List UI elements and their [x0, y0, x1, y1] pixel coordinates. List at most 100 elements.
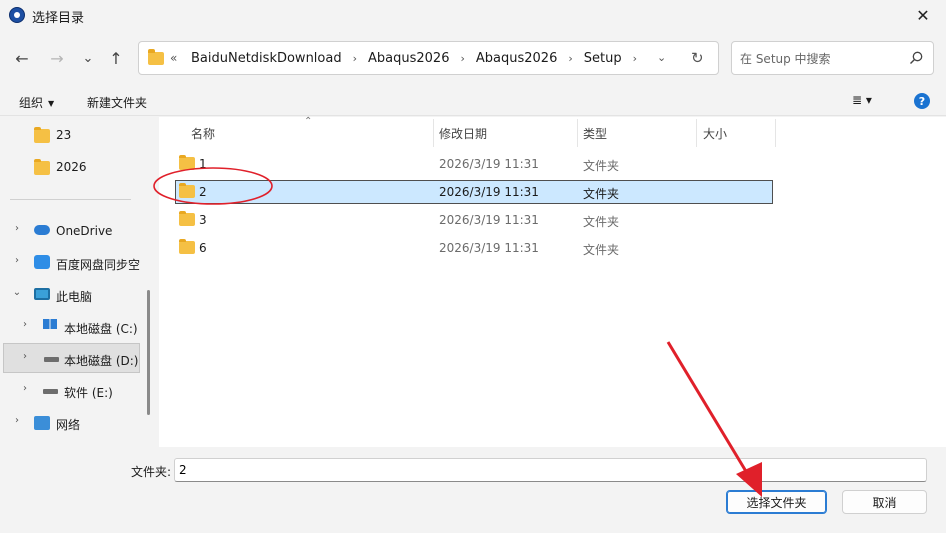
column-divider[interactable] [577, 119, 578, 147]
new-folder-label: 新建文件夹 [87, 96, 148, 110]
search-input[interactable] [740, 50, 900, 68]
file-name: 2 [199, 185, 207, 199]
sidebar-item-2026[interactable]: 2026 [0, 151, 145, 181]
file-date: 2026/3/19 11:31 [439, 241, 539, 255]
column-header-name[interactable]: 名称 [191, 125, 215, 142]
folder-field-label: 文件夹: [131, 465, 172, 479]
chevron-right-icon[interactable]: › [18, 319, 32, 330]
column-header-size[interactable]: 大小 [703, 125, 727, 142]
sidebar-divider [10, 199, 131, 200]
folder-icon [179, 239, 195, 254]
file-type: 文件夹 [583, 243, 620, 257]
onedrive-cloud-icon [34, 225, 50, 235]
sidebar-item-label: 2026 [56, 160, 87, 174]
column-divider[interactable] [775, 119, 776, 147]
sidebar-item-label: 此电脑 [56, 290, 93, 304]
command-bar: 组织 ▼ 新建文件夹 ≣ ▾ ? [0, 86, 946, 116]
breadcrumb-separator-icon[interactable]: › [626, 52, 644, 65]
search-box [731, 41, 934, 75]
back-button[interactable]: ← [10, 46, 34, 70]
sidebar-item-label: 本地磁盘 (D:) [64, 354, 139, 368]
folder-field[interactable] [174, 458, 927, 482]
breadcrumb-separator-icon[interactable]: › [561, 52, 579, 65]
chevron-right-icon[interactable]: › [10, 255, 24, 266]
address-dropdown-icon[interactable]: ⌄ [657, 51, 666, 64]
folder-icon [34, 159, 50, 175]
breadcrumb-overflow-icon[interactable]: « [170, 51, 177, 65]
column-header-date[interactable]: 修改日期 [439, 125, 487, 142]
cancel-label: 取消 [872, 495, 897, 510]
recent-locations-button[interactable]: ⌄ [76, 46, 100, 70]
file-date: 2026/3/19 11:31 [439, 185, 539, 199]
file-type: 文件夹 [583, 215, 620, 229]
sidebar-item-label: 百度网盘同步空 [56, 258, 141, 272]
baidu-sync-icon [34, 255, 50, 269]
close-button[interactable]: ✕ [900, 0, 946, 30]
sidebar-item-network[interactable]: › 网络 [0, 407, 145, 437]
sidebar-item-drive-c[interactable]: › 本地磁盘 (C:) [0, 311, 145, 341]
search-icon[interactable] [908, 50, 924, 66]
column-divider[interactable] [696, 119, 697, 147]
sidebar-item-23[interactable]: 23 [0, 119, 145, 149]
folder-icon [34, 127, 50, 143]
folder-icon [179, 211, 195, 226]
forward-button[interactable]: → [45, 46, 69, 70]
address-bar[interactable]: « BaiduNetdiskDownload › Abaqus2026 › Ab… [138, 41, 719, 75]
sidebar-scrollbar[interactable] [147, 290, 150, 415]
sidebar-item-onedrive[interactable]: › OneDrive [0, 215, 145, 245]
select-folder-button[interactable]: 选择文件夹 [726, 490, 827, 514]
breadcrumb-item[interactable]: BaiduNetdiskDownload [187, 51, 346, 66]
refresh-icon[interactable]: ↻ [691, 49, 704, 67]
file-type: 文件夹 [583, 159, 620, 173]
organize-menu[interactable]: 组织 ▼ [19, 94, 54, 111]
cancel-button[interactable]: 取消 [842, 490, 927, 514]
sidebar-item-drive-e[interactable]: › 软件 (E:) [0, 375, 145, 405]
file-list: ⌃ 名称 修改日期 类型 大小 1 2026/3/19 11:31 文件夹 2 … [159, 116, 946, 447]
file-name: 1 [199, 157, 207, 171]
sidebar-item-drive-d[interactable]: › 本地磁盘 (D:) [3, 343, 140, 373]
help-glyph: ? [918, 94, 926, 108]
breadcrumb-item[interactable]: Setup [580, 51, 626, 66]
sidebar-item-this-pc[interactable]: ⌄ 此电脑 [0, 279, 145, 309]
up-button[interactable]: ↑ [104, 46, 128, 70]
navigation-bar: ← → ⌄ ↑ « BaiduNetdiskDownload › Abaqus2… [0, 38, 946, 78]
table-row[interactable]: 6 2026/3/19 11:31 文件夹 [175, 236, 773, 260]
up-arrow-icon: ↑ [109, 48, 123, 68]
new-folder-button[interactable]: 新建文件夹 [87, 94, 147, 111]
organize-label: 组织 [19, 96, 44, 110]
view-options-button[interactable]: ≣ ▾ [852, 93, 872, 107]
breadcrumb-separator-icon[interactable]: › [453, 52, 471, 65]
column-divider[interactable] [433, 119, 434, 147]
dialog-footer: 文件夹: 选择文件夹 取消 [0, 447, 946, 533]
select-folder-label: 选择文件夹 [746, 495, 807, 510]
sidebar-item-label: 网络 [56, 418, 81, 432]
app-icon [9, 7, 25, 23]
breadcrumb: BaiduNetdiskDownload › Abaqus2026 › Abaq… [187, 51, 644, 66]
chevron-right-icon[interactable]: › [18, 383, 32, 394]
column-header-type[interactable]: 类型 [583, 125, 607, 142]
breadcrumb-item[interactable]: Abaqus2026 [472, 51, 561, 66]
window-title: 选择目录 [32, 11, 85, 26]
sort-ascending-icon: ⌃ [304, 116, 313, 127]
forward-arrow-icon: → [50, 48, 64, 68]
file-date: 2026/3/19 11:31 [439, 213, 539, 227]
table-row[interactable]: 1 2026/3/19 11:31 文件夹 [175, 152, 773, 176]
breadcrumb-item[interactable]: Abaqus2026 [364, 51, 453, 66]
title-bar: 选择目录 ✕ [0, 0, 946, 30]
caret-down-icon: ▼ [48, 99, 55, 108]
chevron-right-icon[interactable]: › [10, 415, 24, 426]
help-icon[interactable]: ? [914, 93, 930, 109]
chevron-right-icon[interactable]: › [18, 351, 32, 362]
sidebar-item-label: 本地磁盘 (C:) [64, 322, 138, 336]
folder-icon [148, 49, 164, 65]
table-row[interactable]: 2 2026/3/19 11:31 文件夹 [175, 180, 773, 204]
sidebar-item-baidu-sync[interactable]: › 百度网盘同步空 [0, 247, 145, 277]
breadcrumb-separator-icon[interactable]: › [346, 52, 364, 65]
navigation-pane: 23 2026 › OneDrive › 百度网盘同步空 ⌄ 此电脑 › 本地磁… [0, 117, 157, 447]
file-name: 3 [199, 213, 207, 227]
back-arrow-icon: ← [15, 48, 29, 68]
chevron-down-icon[interactable]: ⌄ [10, 287, 24, 298]
table-row[interactable]: 3 2026/3/19 11:31 文件夹 [175, 208, 773, 232]
file-name: 6 [199, 241, 207, 255]
chevron-right-icon[interactable]: › [10, 223, 24, 234]
